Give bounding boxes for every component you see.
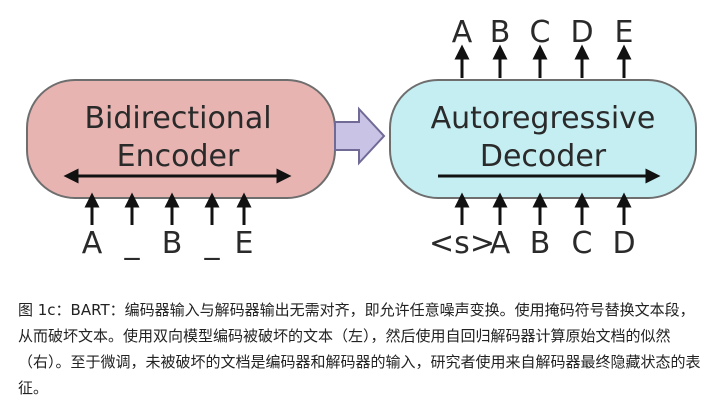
decoder-input-token: C: [572, 226, 593, 261]
decoder-inputs: <s>A B C D: [429, 192, 636, 261]
encoder-input-token: _: [204, 226, 221, 261]
encoder-input-token: _: [124, 226, 141, 261]
decoder-outputs: ABCDE: [452, 15, 634, 78]
decoder-input-token: A: [490, 226, 511, 261]
decoder-input-token: B: [530, 226, 551, 261]
encoder-to-decoder-arrow: [334, 106, 386, 166]
decoder-output-token: C: [530, 15, 551, 50]
decoder-input-token: D: [612, 226, 635, 261]
decoder-label-line2: Decoder: [480, 139, 607, 174]
encoder-label-line1: Bidirectional: [84, 101, 271, 136]
decoder-output-token: B: [490, 15, 511, 50]
decoder-output-token: D: [570, 15, 593, 50]
encoder-inputs: A _ B _ E: [82, 192, 254, 261]
encoder-block: Bidirectional Encoder A _ B _ E: [26, 79, 336, 261]
decoder-output-token: E: [615, 15, 634, 50]
encoder-input-token: E: [235, 226, 254, 261]
decoder-label-line1: Autoregressive: [431, 101, 656, 136]
bart-diagram: Bidirectional Encoder A _ B _ E Autoregressi…: [26, 15, 697, 261]
figure-caption: 图 1c：BART：编码器输入与解码器输出无需对齐，即允许任意噪声变换。使用掩码…: [18, 301, 701, 397]
encoder-label-line2: Encoder: [117, 139, 240, 174]
decoder-block: Autoregressive Decoder <s>A B C D ABCDE: [389, 15, 697, 261]
encoder-input-token: A: [82, 226, 103, 261]
encoder-input-token: B: [162, 226, 183, 261]
decoder-input-token: <s>: [429, 226, 495, 261]
decoder-output-token: A: [452, 15, 473, 50]
